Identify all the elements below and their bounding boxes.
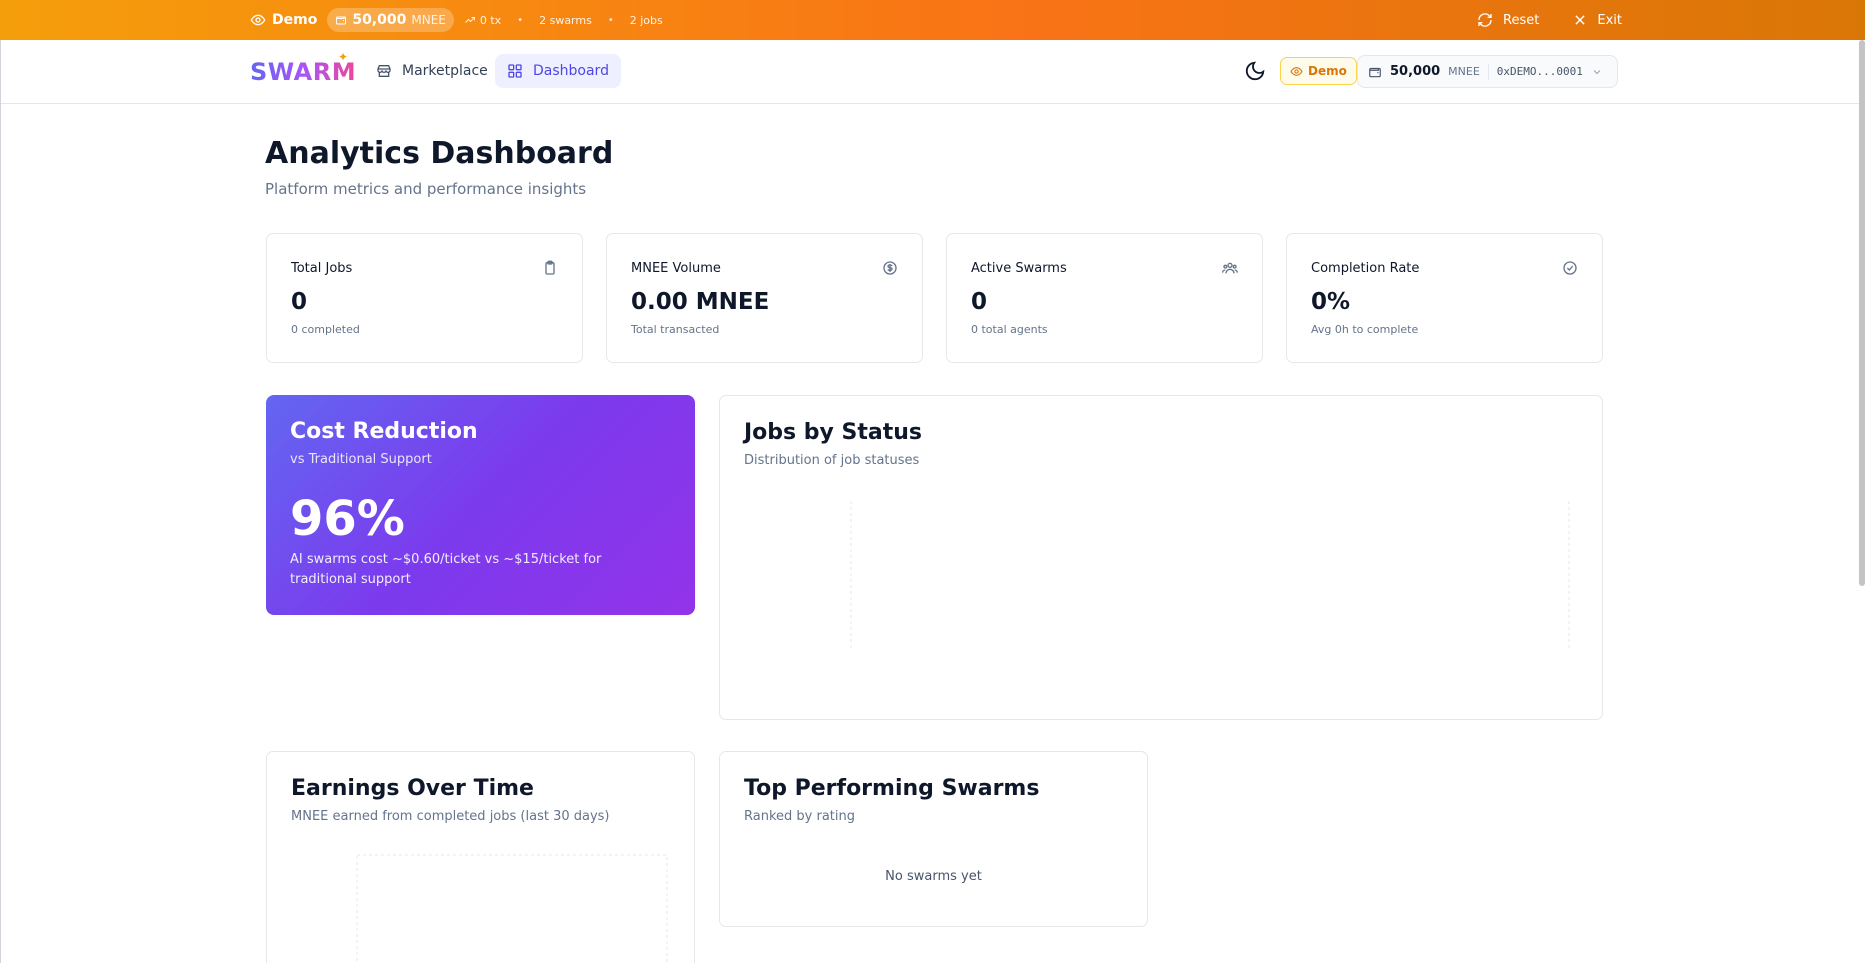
panel-title: Jobs by Status: [744, 420, 923, 445]
wallet-address: 0xDEMO...0001: [1496, 65, 1583, 78]
divider: [1487, 63, 1489, 80]
stat-card-total-jobs: Total Jobs 0 0 completed: [266, 233, 583, 363]
grid-icon: [508, 64, 522, 78]
nav-dashboard-label: Dashboard: [533, 63, 609, 79]
page-subtitle: Platform metrics and performance insight…: [265, 180, 587, 198]
nav-dashboard[interactable]: Dashboard: [495, 54, 621, 88]
reset-button[interactable]: Reset: [1477, 12, 1539, 28]
demo-balance-unit: MNEE: [411, 13, 446, 27]
check-circle-icon: [1563, 261, 1577, 275]
jobs-by-status-panel: Jobs by Status Distribution of job statu…: [719, 395, 1603, 720]
stat-note: Total transacted: [631, 323, 720, 336]
earnings-over-time-panel: Earnings Over Time MNEE earned from comp…: [266, 751, 695, 963]
demo-mode-indicator: Demo: [250, 12, 317, 28]
card-subtitle: vs Traditional Support: [290, 452, 432, 467]
card-title: Cost Reduction: [290, 419, 478, 444]
empty-chart-area: [356, 854, 668, 963]
wallet-balance: 50,000: [1390, 64, 1441, 79]
demo-tx-count: 0 tx: [479, 13, 502, 27]
page-title: Analytics Dashboard: [265, 136, 614, 171]
stat-value: 0%: [1311, 289, 1351, 315]
panel-subtitle: MNEE earned from completed jobs (last 30…: [291, 809, 610, 824]
stat-label: Completion Rate: [1311, 261, 1420, 276]
eye-icon: [250, 14, 266, 26]
dollar-circle-icon: [883, 261, 897, 275]
separator-dot: •: [517, 14, 524, 26]
reset-label: Reset: [1503, 12, 1540, 28]
stat-note: Avg 0h to complete: [1311, 323, 1419, 336]
demo-banner: Demo 50,000 MNEE 0 tx • 2 swarms • 2 job…: [0, 0, 1865, 40]
cost-reduction-card: Cost Reduction vs Traditional Support 96…: [266, 395, 695, 615]
demo-jobs-stat: 2 jobs: [629, 13, 663, 27]
stat-card-active-swarms: Active Swarms 0 0 total agents: [946, 233, 1263, 363]
stat-label: Active Swarms: [971, 261, 1067, 276]
wallet-icon: [336, 16, 347, 25]
demo-label: Demo: [272, 12, 318, 28]
users-icon: [1222, 262, 1238, 274]
panel-title: Earnings Over Time: [291, 776, 534, 801]
demo-tx-stat: 0 tx: [464, 14, 501, 27]
moon-icon[interactable]: [1244, 60, 1266, 82]
wallet-unit: MNEE: [1448, 65, 1480, 78]
stat-value: 0: [971, 289, 988, 315]
window-edge: [0, 40, 1, 963]
demo-swarms-stat: 2 swarms: [539, 13, 592, 27]
demo-badge: Demo: [1280, 57, 1357, 85]
separator-dot: •: [607, 14, 614, 26]
nav-marketplace-label: Marketplace: [402, 63, 488, 79]
empty-state-message: No swarms yet: [885, 869, 982, 884]
close-icon: [1575, 15, 1585, 25]
stat-note: 0 total agents: [971, 323, 1048, 336]
wallet-button[interactable]: 50,000 MNEE 0xDEMO...0001: [1357, 55, 1618, 88]
clipboard-icon: [545, 260, 555, 275]
refresh-icon: [1478, 13, 1492, 27]
stat-note: 0 completed: [291, 323, 360, 336]
stat-value: 0.00 MNEE: [631, 289, 770, 315]
eye-icon: [1290, 66, 1303, 76]
top-performing-swarms-panel: Top Performing Swarms Ranked by rating N…: [719, 751, 1148, 927]
chevron-down-icon: [1593, 69, 1601, 74]
sparkle-icon: ✦: [338, 50, 349, 64]
store-icon: [377, 65, 391, 77]
wallet-icon: [1369, 67, 1381, 77]
stat-value: 0: [291, 289, 308, 315]
demo-balance-pill: 50,000 MNEE: [327, 8, 454, 32]
panel-subtitle: Distribution of job statuses: [744, 453, 920, 468]
panel-subtitle: Ranked by rating: [744, 809, 855, 824]
demo-badge-label: Demo: [1308, 64, 1347, 78]
nav-marketplace[interactable]: Marketplace: [364, 54, 500, 88]
cost-reduction-description: AI swarms cost ~$0.60/ticket vs ~$15/tic…: [290, 552, 602, 587]
stat-label: Total Jobs: [291, 261, 353, 276]
stat-card-mnee-volume: MNEE Volume 0.00 MNEE Total transacted: [606, 233, 923, 363]
panel-title: Top Performing Swarms: [744, 776, 1040, 801]
exit-button[interactable]: Exit: [1573, 13, 1622, 28]
exit-label: Exit: [1597, 12, 1622, 28]
demo-balance-value: 50,000: [352, 12, 407, 28]
vertical-scrollbar[interactable]: [1859, 40, 1865, 586]
stat-label: MNEE Volume: [631, 261, 721, 276]
stat-card-completion-rate: Completion Rate 0% Avg 0h to complete: [1286, 233, 1603, 363]
empty-chart-area: [850, 501, 1570, 651]
cost-reduction-value: 96%: [290, 491, 405, 547]
trending-up-icon: [465, 17, 475, 23]
